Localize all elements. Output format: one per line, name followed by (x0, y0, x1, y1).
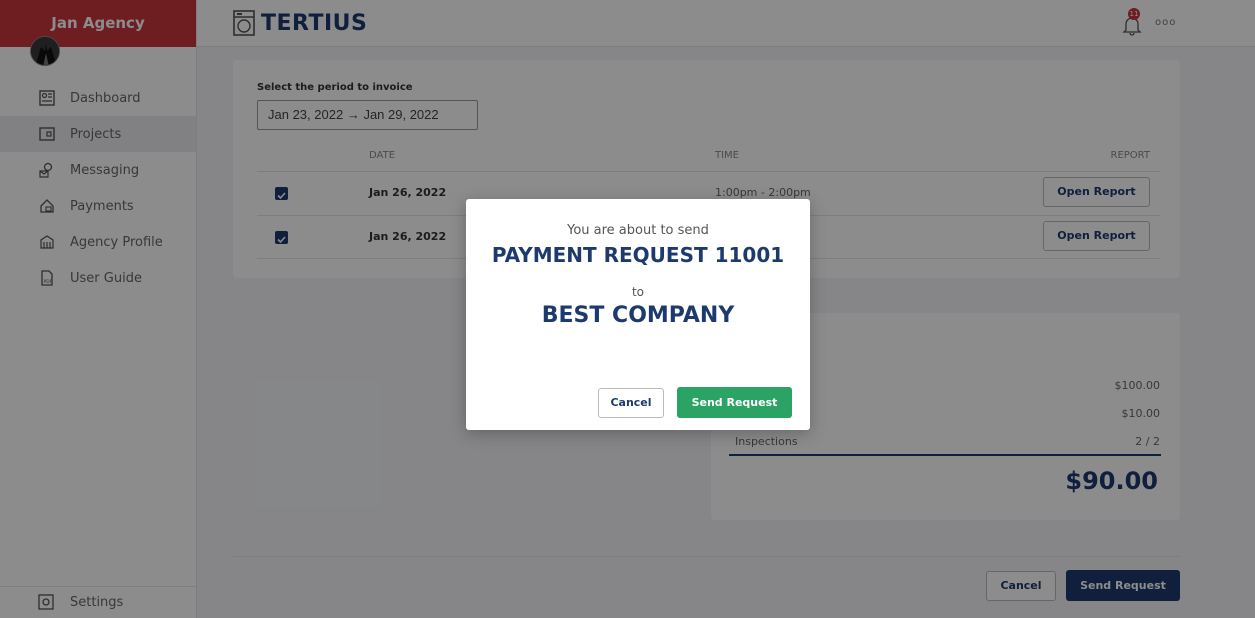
dialog-title: PAYMENT REQUEST 11001 (491, 243, 785, 267)
dialog-cancel-button[interactable]: Cancel (598, 388, 664, 418)
dialog-send-request-button[interactable]: Send Request (677, 387, 792, 418)
dialog-to: to (631, 285, 645, 299)
dialog-intro: You are about to send (567, 223, 709, 238)
dialog-company: BEST COMPANY (541, 303, 735, 328)
confirm-send-dialog: You are about to send PAYMENT REQUEST 11… (466, 199, 810, 430)
